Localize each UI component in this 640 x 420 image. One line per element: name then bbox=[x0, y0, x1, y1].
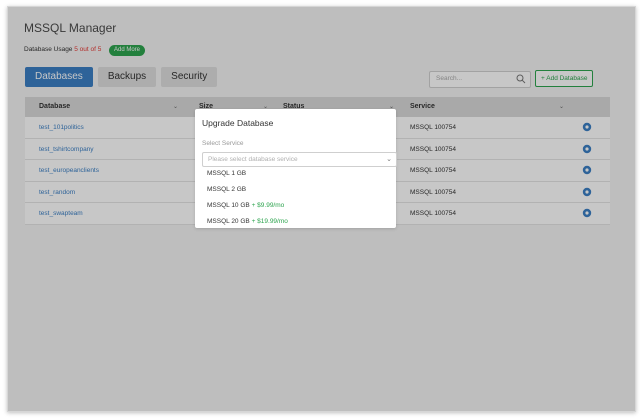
service-options-menu: MSSQL 1 GB MSSQL 2 GB MSSQL 10 GB + $9.9… bbox=[202, 166, 397, 230]
service-select[interactable]: Please select database service ⌄ bbox=[202, 152, 397, 167]
option-label: MSSQL 2 GB bbox=[207, 186, 247, 193]
option-price: + $19.99/mo bbox=[251, 218, 288, 225]
option-label: MSSQL 20 GB bbox=[207, 218, 250, 225]
upgrade-database-modal: Upgrade Database Select Service Please s… bbox=[195, 109, 397, 230]
modal-title: Upgrade Database bbox=[202, 118, 274, 128]
service-option[interactable]: MSSQL 1 GB bbox=[202, 166, 397, 182]
service-option[interactable]: MSSQL 10 GB + $9.99/mo bbox=[202, 198, 397, 214]
chevron-down-icon[interactable]: ⌄ bbox=[386, 155, 392, 163]
service-option[interactable]: MSSQL 20 GB + $19.99/mo bbox=[202, 214, 397, 230]
option-label: MSSQL 1 GB bbox=[207, 170, 247, 177]
app-window: MSSQL Manager Database Usage 5 out of 5 … bbox=[7, 6, 636, 412]
option-label: MSSQL 10 GB bbox=[207, 202, 250, 209]
select-service-label: Select Service bbox=[202, 140, 244, 147]
option-price: + $9.99/mo bbox=[251, 202, 285, 209]
service-option[interactable]: MSSQL 2 GB bbox=[202, 182, 397, 198]
select-placeholder: Please select database service bbox=[208, 156, 298, 163]
